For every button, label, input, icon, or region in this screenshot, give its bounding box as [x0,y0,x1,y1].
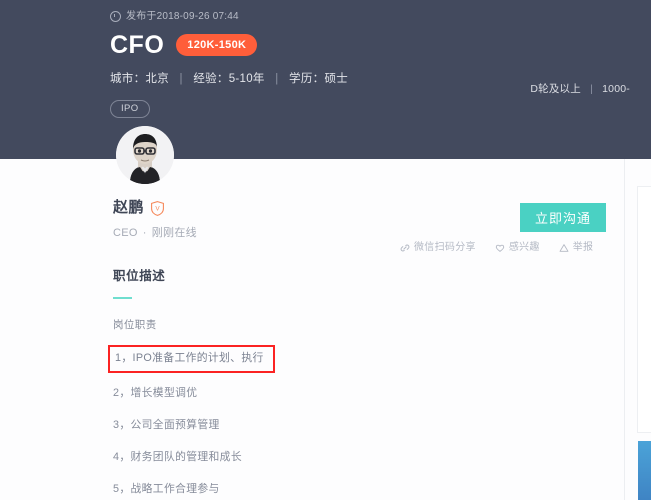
sidebar-card[interactable] [637,186,651,433]
job-tag-row: IPO [110,98,630,118]
responsibility-list: 1，IPO准备工作的计划、执行 2，增长模型调优 3，公司全面预算管理 4，财务… [108,345,513,500]
boss-title: CEO [113,227,138,239]
posted-date-text: 发布于2018-09-26 07:44 [126,11,239,22]
sidebar-divider [624,159,625,500]
user-avatar-photo [116,126,174,184]
avatar[interactable] [116,126,174,184]
report-label: 举报 [572,242,594,253]
list-item: 4，财务团队的管理和成长 [113,451,242,463]
company-meta-separator: | [590,83,594,95]
tag-ipo: IPO [110,100,150,118]
experience-value: 5-10年 [228,73,265,85]
list-item: 1，IPO准备工作的计划、执行 [108,345,275,373]
share-wechat-link[interactable]: 微信扫码分享 [400,241,476,255]
meta-separator: | [275,73,279,85]
city-label: 城市： [110,73,146,85]
interested-link[interactable]: 感兴趣 [495,241,540,255]
company-stage: D轮及以上 [530,83,581,95]
heart-icon [495,244,505,252]
boss-separator: · [142,227,147,239]
boss-name: 赵鹏 [113,199,145,216]
page-title: CFO [110,31,165,59]
job-header-content: 发布于2018-09-26 07:44 CFO 120K-150K 城市：北京 … [110,10,630,118]
action-links-row: 微信扫码分享 感兴趣 举报 [400,241,593,255]
heading-underline [113,297,132,299]
company-size: 1000- [602,83,630,95]
city-value: 北京 [145,73,170,85]
list-item: 3，公司全面预算管理 [113,419,220,431]
job-description-heading: 职位描述 [113,269,166,283]
chat-now-button[interactable]: 立即沟通 [520,203,606,232]
list-item: 5，战略工作合理参与 [113,483,220,495]
responsibility-label: 岗位职责 [113,319,157,331]
boss-online-status: 刚刚在线 [151,227,197,239]
interested-label: 感兴趣 [508,242,540,253]
warning-triangle-icon [559,244,569,252]
meta-separator: | [179,73,183,85]
list-item: 2，增长模型调优 [113,387,198,399]
job-title-row: CFO 120K-150K [110,30,630,60]
boss-subtitle: CEO · 刚刚在线 [113,226,393,241]
sidebar-promo-block[interactable] [638,441,651,500]
education-value: 硕士 [324,73,349,85]
link-share-icon [400,244,410,252]
report-link[interactable]: 举报 [559,241,594,255]
job-description-section: 职位描述 岗位职责 1，IPO准备工作的计划、执行 2，增长模型调优 3，公司全… [108,268,513,500]
share-wechat-label: 微信扫码分享 [414,242,476,253]
education-label: 学历： [289,73,325,85]
svg-text:V: V [155,205,160,212]
clock-icon [110,11,121,22]
boss-info-block: 赵鹏 V CEO · 刚刚在线 [113,198,393,241]
posted-date-row: 发布于2018-09-26 07:44 [110,10,630,23]
verified-shield-icon: V [151,200,164,216]
company-meta: D轮及以上 | 1000- [530,82,630,96]
experience-label: 经验： [193,73,229,85]
salary-badge: 120K-150K [176,34,258,56]
job-header-banner: 发布于2018-09-26 07:44 CFO 120K-150K 城市：北京 … [0,0,651,159]
job-detail-page: 发布于2018-09-26 07:44 CFO 120K-150K 城市：北京 … [0,0,651,500]
boss-name-row[interactable]: 赵鹏 V [113,198,393,218]
